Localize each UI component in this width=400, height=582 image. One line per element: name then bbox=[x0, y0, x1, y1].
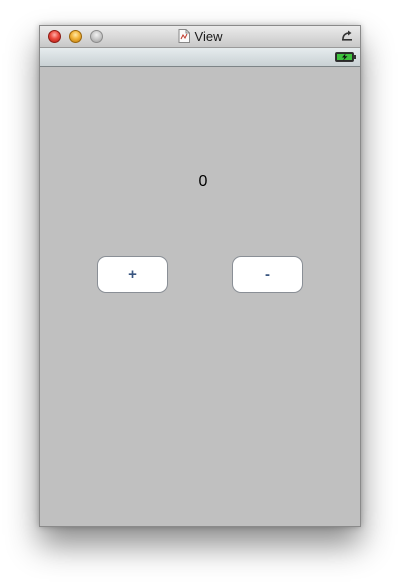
app-view: 0 + - bbox=[40, 67, 360, 526]
counter-label: 0 bbox=[198, 173, 208, 190]
battery-charging-icon bbox=[335, 52, 356, 62]
simulator-window: View 0 + - bbox=[39, 25, 361, 527]
increment-button[interactable]: + bbox=[97, 256, 168, 293]
decrement-button[interactable]: - bbox=[232, 256, 303, 293]
window-title: View bbox=[194, 29, 223, 44]
status-bar bbox=[40, 48, 360, 67]
title-bar[interactable]: View bbox=[40, 26, 360, 48]
window-title-wrap: View bbox=[40, 29, 360, 45]
document-icon bbox=[178, 29, 190, 43]
rotate-icon[interactable] bbox=[341, 30, 353, 42]
